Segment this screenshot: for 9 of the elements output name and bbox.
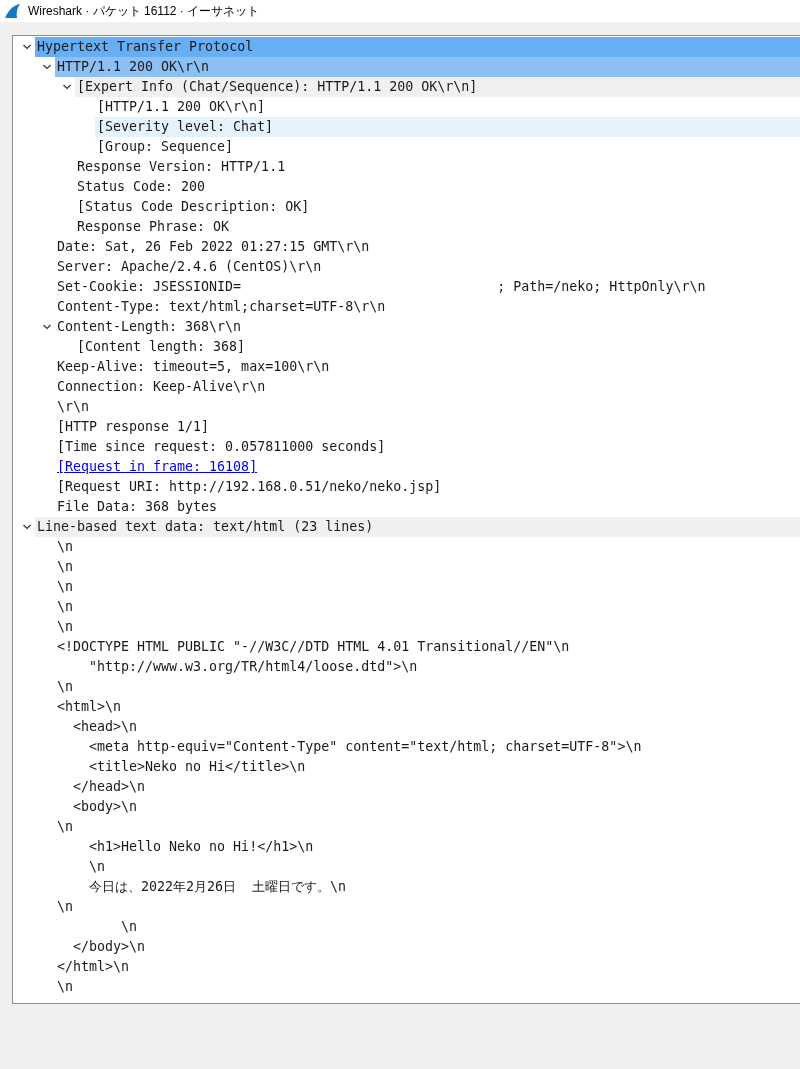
- tree-item[interactable]: Hypertext Transfer Protocol: [35, 37, 800, 57]
- tree-item[interactable]: [Expert Info (Chat/Sequence): HTTP/1.1 200 OK\r\n]: [75, 77, 800, 97]
- window-title: Wireshark · パケット 16112 · イーサネット: [28, 3, 260, 20]
- chevron-icon[interactable]: [22, 522, 32, 532]
- tree-item[interactable]: [Severity level: Chat]: [95, 117, 800, 137]
- tree-item[interactable]: Line-based text data: text/html (23 lines): [35, 517, 800, 537]
- tree-item[interactable]: HTTP/1.1 200 OK\r\n: [55, 57, 800, 77]
- chevron-icon[interactable]: [42, 322, 52, 332]
- shark-fin-icon: [4, 3, 22, 19]
